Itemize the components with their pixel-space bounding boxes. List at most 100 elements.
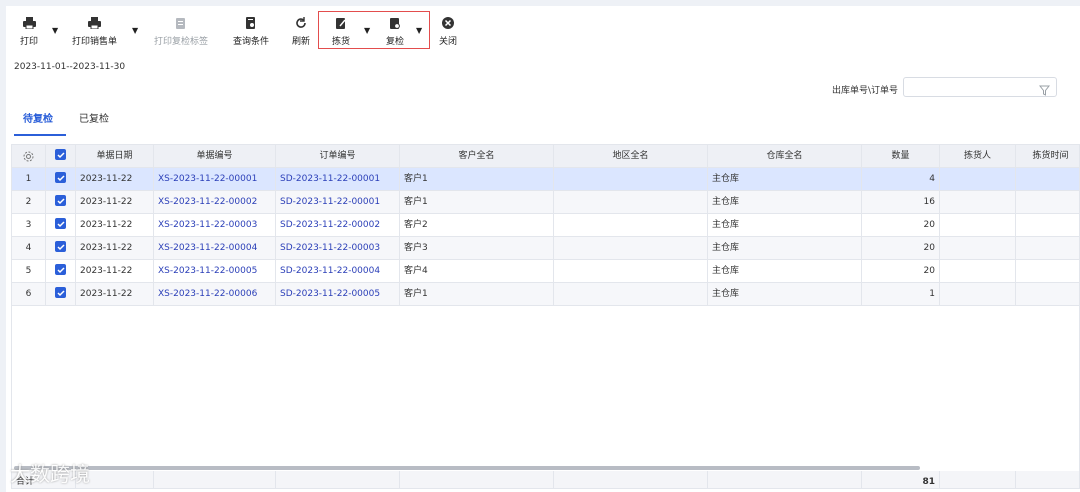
- cell-pick-time: [1016, 260, 1079, 283]
- picking-dropdown-caret-icon[interactable]: ▼: [364, 26, 370, 35]
- header-doc-number[interactable]: 单据编号: [154, 145, 276, 168]
- row-checkbox[interactable]: [55, 195, 66, 206]
- print-sales-button[interactable]: 打印销售单: [72, 16, 117, 47]
- table-row[interactable]: 1 2023-11-22 XS-2023-11-22-00001 SD-2023-11…: [12, 168, 1079, 191]
- cell-quantity: 20: [862, 214, 940, 237]
- row-checkbox[interactable]: [55, 264, 66, 275]
- label-print-icon: [174, 16, 188, 30]
- refresh-button[interactable]: 刷新: [292, 16, 310, 47]
- table-footer-row: 合计 81: [12, 471, 1079, 488]
- header-warehouse[interactable]: 仓库全名: [708, 145, 862, 168]
- cell-region: [554, 283, 708, 306]
- row-checkbox-cell[interactable]: [46, 214, 76, 237]
- cell-warehouse: 主仓库: [708, 214, 862, 237]
- cell-doc-number[interactable]: XS-2023-11-22-00004: [154, 237, 276, 260]
- picking-label: 拣货: [332, 37, 351, 47]
- cell-order-number[interactable]: SD-2023-11-22-00004: [276, 260, 400, 283]
- tab-rechecked[interactable]: 已复检: [79, 110, 109, 125]
- cell-pick-time: [1016, 168, 1079, 191]
- cell-date: 2023-11-22: [76, 260, 154, 283]
- table-row[interactable]: 2 2023-11-22 XS-2023-11-22-00002 SD-2023-11…: [12, 191, 1079, 214]
- cell-picker: [940, 237, 1016, 260]
- funnel-filter-icon[interactable]: [1038, 81, 1051, 100]
- print-recheck-label-button[interactable]: 打印复检标签: [154, 16, 208, 47]
- cell-doc-number[interactable]: XS-2023-11-22-00005: [154, 260, 276, 283]
- select-all-checkbox[interactable]: [55, 149, 66, 160]
- row-checkbox-cell[interactable]: [46, 168, 76, 191]
- cell-doc-number[interactable]: XS-2023-11-22-00006: [154, 283, 276, 306]
- cell-customer: 客户3: [400, 237, 554, 260]
- printer-icon: [88, 16, 102, 30]
- footer-cell: [276, 471, 400, 488]
- cell-customer: 客户4: [400, 260, 554, 283]
- row-index: 6: [12, 283, 46, 306]
- row-checkbox[interactable]: [55, 218, 66, 229]
- picking-button[interactable]: 拣货: [332, 16, 350, 47]
- header-pick-time[interactable]: 拣货时间: [1016, 145, 1079, 168]
- cell-order-number[interactable]: SD-2023-11-22-00001: [276, 191, 400, 214]
- cell-order-number[interactable]: SD-2023-11-22-00001: [276, 168, 400, 191]
- main-panel: 打印 ▼ 打印销售单 ▼ 打印复检标签 查询条件 刷新 拣货 ▼ 复检 ▼ 关闭…: [6, 6, 1080, 492]
- data-table: 单据日期 单据编号 订单编号 客户全名 地区全名 仓库全名 数量 拣货人 拣货时…: [11, 144, 1080, 489]
- query-conditions-button[interactable]: 查询条件: [233, 16, 269, 47]
- table-header-row: 单据日期 单据编号 订单编号 客户全名 地区全名 仓库全名 数量 拣货人 拣货时…: [12, 145, 1079, 168]
- row-checkbox-cell[interactable]: [46, 191, 76, 214]
- print-button[interactable]: 打印: [20, 16, 38, 47]
- footer-cell: [400, 471, 554, 488]
- header-picker[interactable]: 拣货人: [940, 145, 1016, 168]
- table-row[interactable]: 6 2023-11-22 XS-2023-11-22-00006 SD-2023-11…: [12, 283, 1079, 306]
- header-date[interactable]: 单据日期: [76, 145, 154, 168]
- cell-customer: 客户1: [400, 191, 554, 214]
- cell-doc-number[interactable]: XS-2023-11-22-00003: [154, 214, 276, 237]
- table-row[interactable]: 4 2023-11-22 XS-2023-11-22-00004 SD-2023-11…: [12, 237, 1079, 260]
- row-index: 2: [12, 191, 46, 214]
- footer-cell: [554, 471, 708, 488]
- table-row[interactable]: 5 2023-11-22 XS-2023-11-22-00005 SD-2023-11…: [12, 260, 1079, 283]
- cell-quantity: 20: [862, 237, 940, 260]
- query-conditions-label: 查询条件: [233, 37, 270, 47]
- select-all-cell[interactable]: [46, 145, 76, 168]
- page: 打印 ▼ 打印销售单 ▼ 打印复检标签 查询条件 刷新 拣货 ▼ 复检 ▼ 关闭…: [0, 0, 1080, 492]
- cell-doc-number[interactable]: XS-2023-11-22-00001: [154, 168, 276, 191]
- header-quantity[interactable]: 数量: [862, 145, 940, 168]
- cell-region: [554, 191, 708, 214]
- row-checkbox[interactable]: [55, 241, 66, 252]
- column-settings-cell[interactable]: [12, 145, 46, 168]
- row-checkbox-cell[interactable]: [46, 260, 76, 283]
- header-customer[interactable]: 客户全名: [400, 145, 554, 168]
- print-dropdown-caret-icon[interactable]: ▼: [52, 26, 58, 35]
- footer-cell: [154, 471, 276, 488]
- row-index: 5: [12, 260, 46, 283]
- table-row[interactable]: 3 2023-11-22 XS-2023-11-22-00003 SD-2023-11…: [12, 214, 1079, 237]
- horizontal-scrollbar[interactable]: [14, 466, 920, 470]
- print-sales-label: 打印销售单: [72, 37, 118, 47]
- row-checkbox[interactable]: [55, 287, 66, 298]
- active-tab-indicator: [14, 134, 66, 136]
- row-checkbox-cell[interactable]: [46, 237, 76, 260]
- cell-warehouse: 主仓库: [708, 260, 862, 283]
- header-order-number[interactable]: 订单编号: [276, 145, 400, 168]
- close-label: 关闭: [439, 37, 458, 47]
- cell-order-number[interactable]: SD-2023-11-22-00003: [276, 237, 400, 260]
- row-checkbox[interactable]: [55, 172, 66, 183]
- cell-region: [554, 237, 708, 260]
- row-index: 4: [12, 237, 46, 260]
- recheck-dropdown-caret-icon[interactable]: ▼: [416, 26, 422, 35]
- print-sales-dropdown-caret-icon[interactable]: ▼: [132, 26, 138, 35]
- row-checkbox-cell[interactable]: [46, 283, 76, 306]
- tab-pending-recheck[interactable]: 待复检: [23, 110, 53, 125]
- recheck-document-icon: [388, 16, 402, 30]
- print-recheck-label-text: 打印复检标签: [154, 37, 209, 47]
- cell-quantity: 20: [862, 260, 940, 283]
- gear-icon[interactable]: [23, 151, 34, 165]
- cell-date: 2023-11-22: [76, 191, 154, 214]
- recheck-button[interactable]: 复检: [386, 16, 404, 47]
- close-button[interactable]: 关闭: [439, 16, 457, 47]
- footer-total-quantity: 81: [862, 471, 940, 488]
- cell-order-number[interactable]: SD-2023-11-22-00005: [276, 283, 400, 306]
- watermark-text: 大数跨境: [10, 462, 90, 486]
- header-region[interactable]: 地区全名: [554, 145, 708, 168]
- order-number-filter-input[interactable]: [903, 77, 1057, 97]
- cell-order-number[interactable]: SD-2023-11-22-00002: [276, 214, 400, 237]
- cell-doc-number[interactable]: XS-2023-11-22-00002: [154, 191, 276, 214]
